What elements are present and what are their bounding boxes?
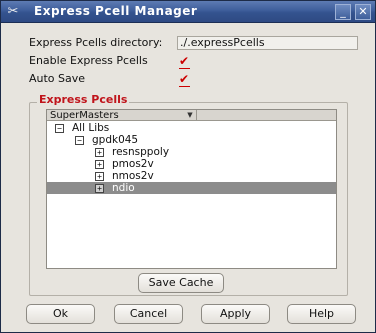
title-bar[interactable]: ✂ Express Pcell Manager _ ✕ (1, 1, 375, 23)
tree-header: SuperMasters ▼ (47, 110, 336, 121)
expand-icon[interactable]: + (95, 184, 104, 193)
window-title: Express Pcell Manager (34, 4, 198, 18)
help-button[interactable]: Help (287, 304, 356, 324)
expand-icon[interactable]: + (95, 148, 104, 157)
express-pcells-group-title: Express Pcells (37, 93, 130, 106)
pcells-directory-label: Express Pcells directory: (29, 36, 163, 49)
tree-item-label: All Libs (72, 122, 110, 134)
tree-item-pmos2v[interactable]: + pmos2v (47, 158, 336, 170)
save-cache-button[interactable]: Save Cache (138, 273, 224, 293)
expand-icon[interactable]: + (95, 160, 104, 169)
enable-express-pcells-label: Enable Express Pcells (29, 54, 148, 67)
apply-button[interactable]: Apply (201, 304, 270, 324)
collapse-icon[interactable]: − (75, 136, 84, 145)
tree-item-ndio[interactable]: + ndio (47, 182, 336, 194)
tree-item-label: nmos2v (112, 170, 154, 182)
cancel-button[interactable]: Cancel (114, 304, 183, 324)
pcell-tree-view[interactable]: SuperMasters ▼ − All Libs − gpdk045 + re… (46, 109, 337, 269)
tree-item-resnsppoly[interactable]: + resnsppoly (47, 146, 336, 158)
tree-item-gpdk045[interactable]: − gpdk045 (47, 134, 336, 146)
tree-item-label: resnsppoly (112, 146, 170, 158)
view-mode-dropdown[interactable]: SuperMasters (47, 110, 197, 121)
ok-button[interactable]: Ok (26, 304, 95, 324)
tree-item-label: gpdk045 (92, 134, 139, 146)
close-button[interactable]: ✕ (355, 4, 371, 20)
view-mode-value: SuperMasters (50, 110, 119, 121)
chevron-down-icon[interactable]: ▼ (184, 110, 196, 121)
collapse-icon[interactable]: − (55, 124, 64, 133)
tree-item-label: pmos2v (112, 158, 154, 170)
express-pcell-manager-window: ✂ Express Pcell Manager _ ✕ Express Pcel… (0, 0, 376, 333)
tree-item-all-libs[interactable]: − All Libs (47, 122, 336, 134)
pcells-directory-input[interactable]: ./.expressPcells (177, 36, 358, 50)
enable-express-pcells-checkbox[interactable]: ✔ (179, 55, 191, 69)
tree-item-label: ndio (112, 182, 135, 194)
scissors-icon[interactable]: ✂ (5, 4, 21, 20)
tree-item-nmos2v[interactable]: + nmos2v (47, 170, 336, 182)
minimize-button[interactable]: _ (335, 4, 351, 20)
auto-save-checkbox[interactable]: ✔ (179, 73, 191, 87)
expand-icon[interactable]: + (95, 172, 104, 181)
auto-save-label: Auto Save (29, 72, 86, 85)
